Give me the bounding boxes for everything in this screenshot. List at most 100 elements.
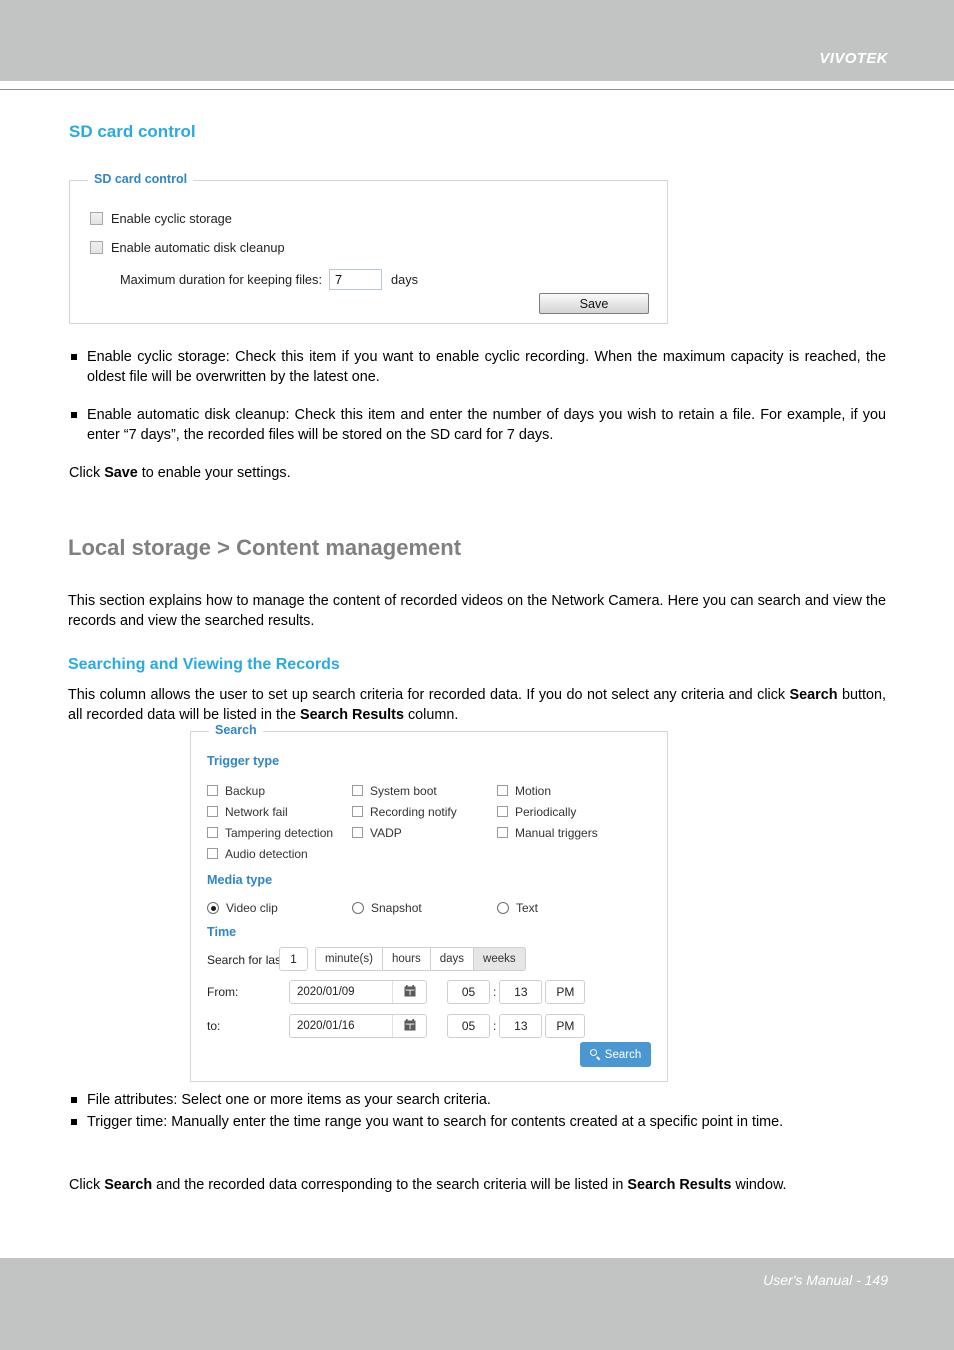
checkbox-icon[interactable] bbox=[352, 806, 363, 817]
sd-card-control-panel: SD card control Enable cyclic storage En… bbox=[69, 172, 668, 324]
to-time-row: to: 2020/01/16 05: 13 PM bbox=[207, 1014, 586, 1038]
from-minute-field[interactable]: 13 bbox=[499, 980, 543, 1004]
enable-automatic-disk-cleanup-row[interactable]: Enable automatic disk cleanup bbox=[90, 240, 285, 255]
max-duration-input[interactable] bbox=[329, 269, 382, 290]
bullet-square-icon bbox=[71, 1097, 77, 1103]
trigger-option-audio-detection[interactable]: Audio detection bbox=[207, 843, 352, 864]
checkbox-icon[interactable] bbox=[207, 848, 218, 859]
media-option-label: Snapshot bbox=[371, 901, 422, 915]
to-date-value[interactable]: 2020/01/16 bbox=[290, 1015, 393, 1037]
media-type-options: Video clip Snapshot Text bbox=[207, 899, 647, 917]
to-calendar-button[interactable] bbox=[393, 1015, 426, 1037]
enable-automatic-disk-cleanup-checkbox[interactable] bbox=[90, 241, 103, 254]
radio-icon[interactable] bbox=[207, 902, 219, 914]
trigger-option-label: VADP bbox=[370, 825, 402, 840]
enable-cyclic-storage-label: Enable cyclic storage bbox=[111, 211, 232, 226]
trigger-option-label: Periodically bbox=[515, 804, 577, 819]
bullet-square-icon bbox=[71, 412, 77, 418]
time-unit-weeks[interactable]: weeks bbox=[473, 947, 526, 971]
click-search-bold1: Search bbox=[104, 1177, 153, 1193]
checkbox-icon[interactable] bbox=[497, 785, 508, 796]
time-group-heading: Time bbox=[207, 925, 237, 939]
media-option-text[interactable]: Text bbox=[497, 899, 647, 917]
to-minute-field[interactable]: 13 bbox=[499, 1014, 543, 1038]
vivotek-logo: VIVOTEK bbox=[819, 50, 888, 67]
time-separator: : bbox=[493, 1019, 497, 1033]
click-search-mid: and the recorded data corresponding to t… bbox=[152, 1177, 628, 1193]
search-intro-bold2: Search Results bbox=[299, 707, 404, 723]
to-date-field[interactable]: 2020/01/16 bbox=[289, 1014, 427, 1038]
trigger-option-label: System boot bbox=[370, 783, 437, 798]
page-subsection-title-searching-and-viewing: Searching and Viewing the Records bbox=[68, 656, 340, 673]
bullet-text: Enable automatic disk cleanup: Check thi… bbox=[87, 407, 886, 443]
trigger-option-manual-triggers[interactable]: Manual triggers bbox=[497, 822, 647, 843]
bullet-square-icon bbox=[71, 1119, 77, 1125]
trigger-option-recording-notify[interactable]: Recording notify bbox=[352, 801, 497, 822]
time-unit-days[interactable]: days bbox=[429, 947, 474, 971]
trigger-option-tampering-detection[interactable]: Tampering detection bbox=[207, 822, 352, 843]
checkbox-icon[interactable] bbox=[497, 827, 508, 838]
magnifier-icon bbox=[589, 1049, 601, 1060]
time-unit-hours[interactable]: hours bbox=[381, 947, 430, 971]
media-option-snapshot[interactable]: Snapshot bbox=[352, 899, 497, 917]
search-for-last-input[interactable]: 1 bbox=[279, 947, 308, 971]
checkbox-icon[interactable] bbox=[352, 827, 363, 838]
content-intro-paragraph: This section explains how to manage the … bbox=[68, 593, 886, 629]
enable-cyclic-storage-checkbox[interactable] bbox=[90, 212, 103, 225]
max-duration-label: Maximum duration for keeping files: bbox=[120, 272, 322, 287]
media-type-group-heading: Media type bbox=[207, 873, 273, 887]
search-button[interactable]: Search bbox=[580, 1042, 651, 1067]
to-hour-field[interactable]: 05 bbox=[447, 1014, 490, 1038]
search-intro-paragraph: This column allows the user to set up se… bbox=[68, 685, 886, 725]
checkbox-icon[interactable] bbox=[497, 806, 508, 817]
from-date-field[interactable]: 2020/01/09 bbox=[289, 980, 427, 1004]
search-intro-part3: column. bbox=[403, 707, 459, 723]
time-separator: : bbox=[493, 985, 497, 999]
search-panel-legend: Search bbox=[209, 723, 263, 737]
list-item: File attributes: Select one or more item… bbox=[69, 1090, 886, 1110]
from-time-controls: 05 : 13 PM bbox=[447, 980, 586, 1004]
bullet-text: Enable cyclic storage: Check this item i… bbox=[87, 349, 886, 385]
time-unit-minutes[interactable]: minute(s) bbox=[315, 947, 382, 971]
media-option-video-clip[interactable]: Video clip bbox=[207, 899, 352, 917]
click-search-bold2: Search Results bbox=[627, 1177, 732, 1193]
from-label: From: bbox=[207, 985, 239, 999]
click-search-paragraph: Click Search and the recorded data corre… bbox=[69, 1175, 886, 1195]
search-for-last-label: Search for last bbox=[207, 953, 285, 967]
radio-icon[interactable] bbox=[497, 902, 509, 914]
media-option-label: Video clip bbox=[226, 901, 278, 915]
checkbox-icon[interactable] bbox=[352, 785, 363, 796]
sd-card-bullet-list: Enable cyclic storage: Check this item i… bbox=[69, 347, 886, 445]
trigger-option-network-fail[interactable]: Network fail bbox=[207, 801, 352, 822]
trigger-option-system-boot[interactable]: System boot bbox=[352, 780, 497, 801]
from-calendar-button[interactable] bbox=[393, 981, 426, 1003]
page-title: Local storage > Content management bbox=[68, 535, 462, 560]
trigger-type-group-heading: Trigger type bbox=[207, 754, 280, 768]
checkbox-icon[interactable] bbox=[207, 785, 218, 796]
to-time-controls: 05 : 13 PM bbox=[447, 1014, 586, 1038]
radio-icon[interactable] bbox=[352, 902, 364, 914]
to-ampm-field[interactable]: PM bbox=[545, 1014, 586, 1038]
trigger-option-label: Audio detection bbox=[225, 846, 308, 861]
enable-automatic-disk-cleanup-label: Enable automatic disk cleanup bbox=[111, 240, 285, 255]
from-hour-field[interactable]: 05 bbox=[447, 980, 490, 1004]
footer-page-label: User's Manual - 149 bbox=[763, 1272, 888, 1288]
click-save-bold: Save bbox=[104, 465, 138, 481]
trigger-option-vadp[interactable]: VADP bbox=[352, 822, 497, 843]
trigger-option-motion[interactable]: Motion bbox=[497, 780, 647, 801]
search-intro-bold1: Search bbox=[789, 687, 838, 703]
bullet-text: Trigger time: Manually enter the time ra… bbox=[87, 1114, 784, 1130]
page-section-title-sd-card-control: SD card control bbox=[69, 122, 196, 141]
trigger-option-backup[interactable]: Backup bbox=[207, 780, 352, 801]
enable-cyclic-storage-row[interactable]: Enable cyclic storage bbox=[90, 211, 232, 226]
from-ampm-field[interactable]: PM bbox=[545, 980, 586, 1004]
click-save-prefix: Click bbox=[69, 465, 105, 481]
trigger-option-periodically[interactable]: Periodically bbox=[497, 801, 647, 822]
search-for-last-controls: 1 minute(s) hours days weeks bbox=[279, 947, 526, 971]
from-date-value[interactable]: 2020/01/09 bbox=[290, 981, 393, 1003]
checkbox-icon[interactable] bbox=[207, 806, 218, 817]
save-button[interactable]: Save bbox=[539, 293, 649, 314]
list-item: Enable automatic disk cleanup: Check thi… bbox=[69, 405, 886, 445]
checkbox-icon[interactable] bbox=[207, 827, 218, 838]
list-item: Enable cyclic storage: Check this item i… bbox=[69, 347, 886, 387]
